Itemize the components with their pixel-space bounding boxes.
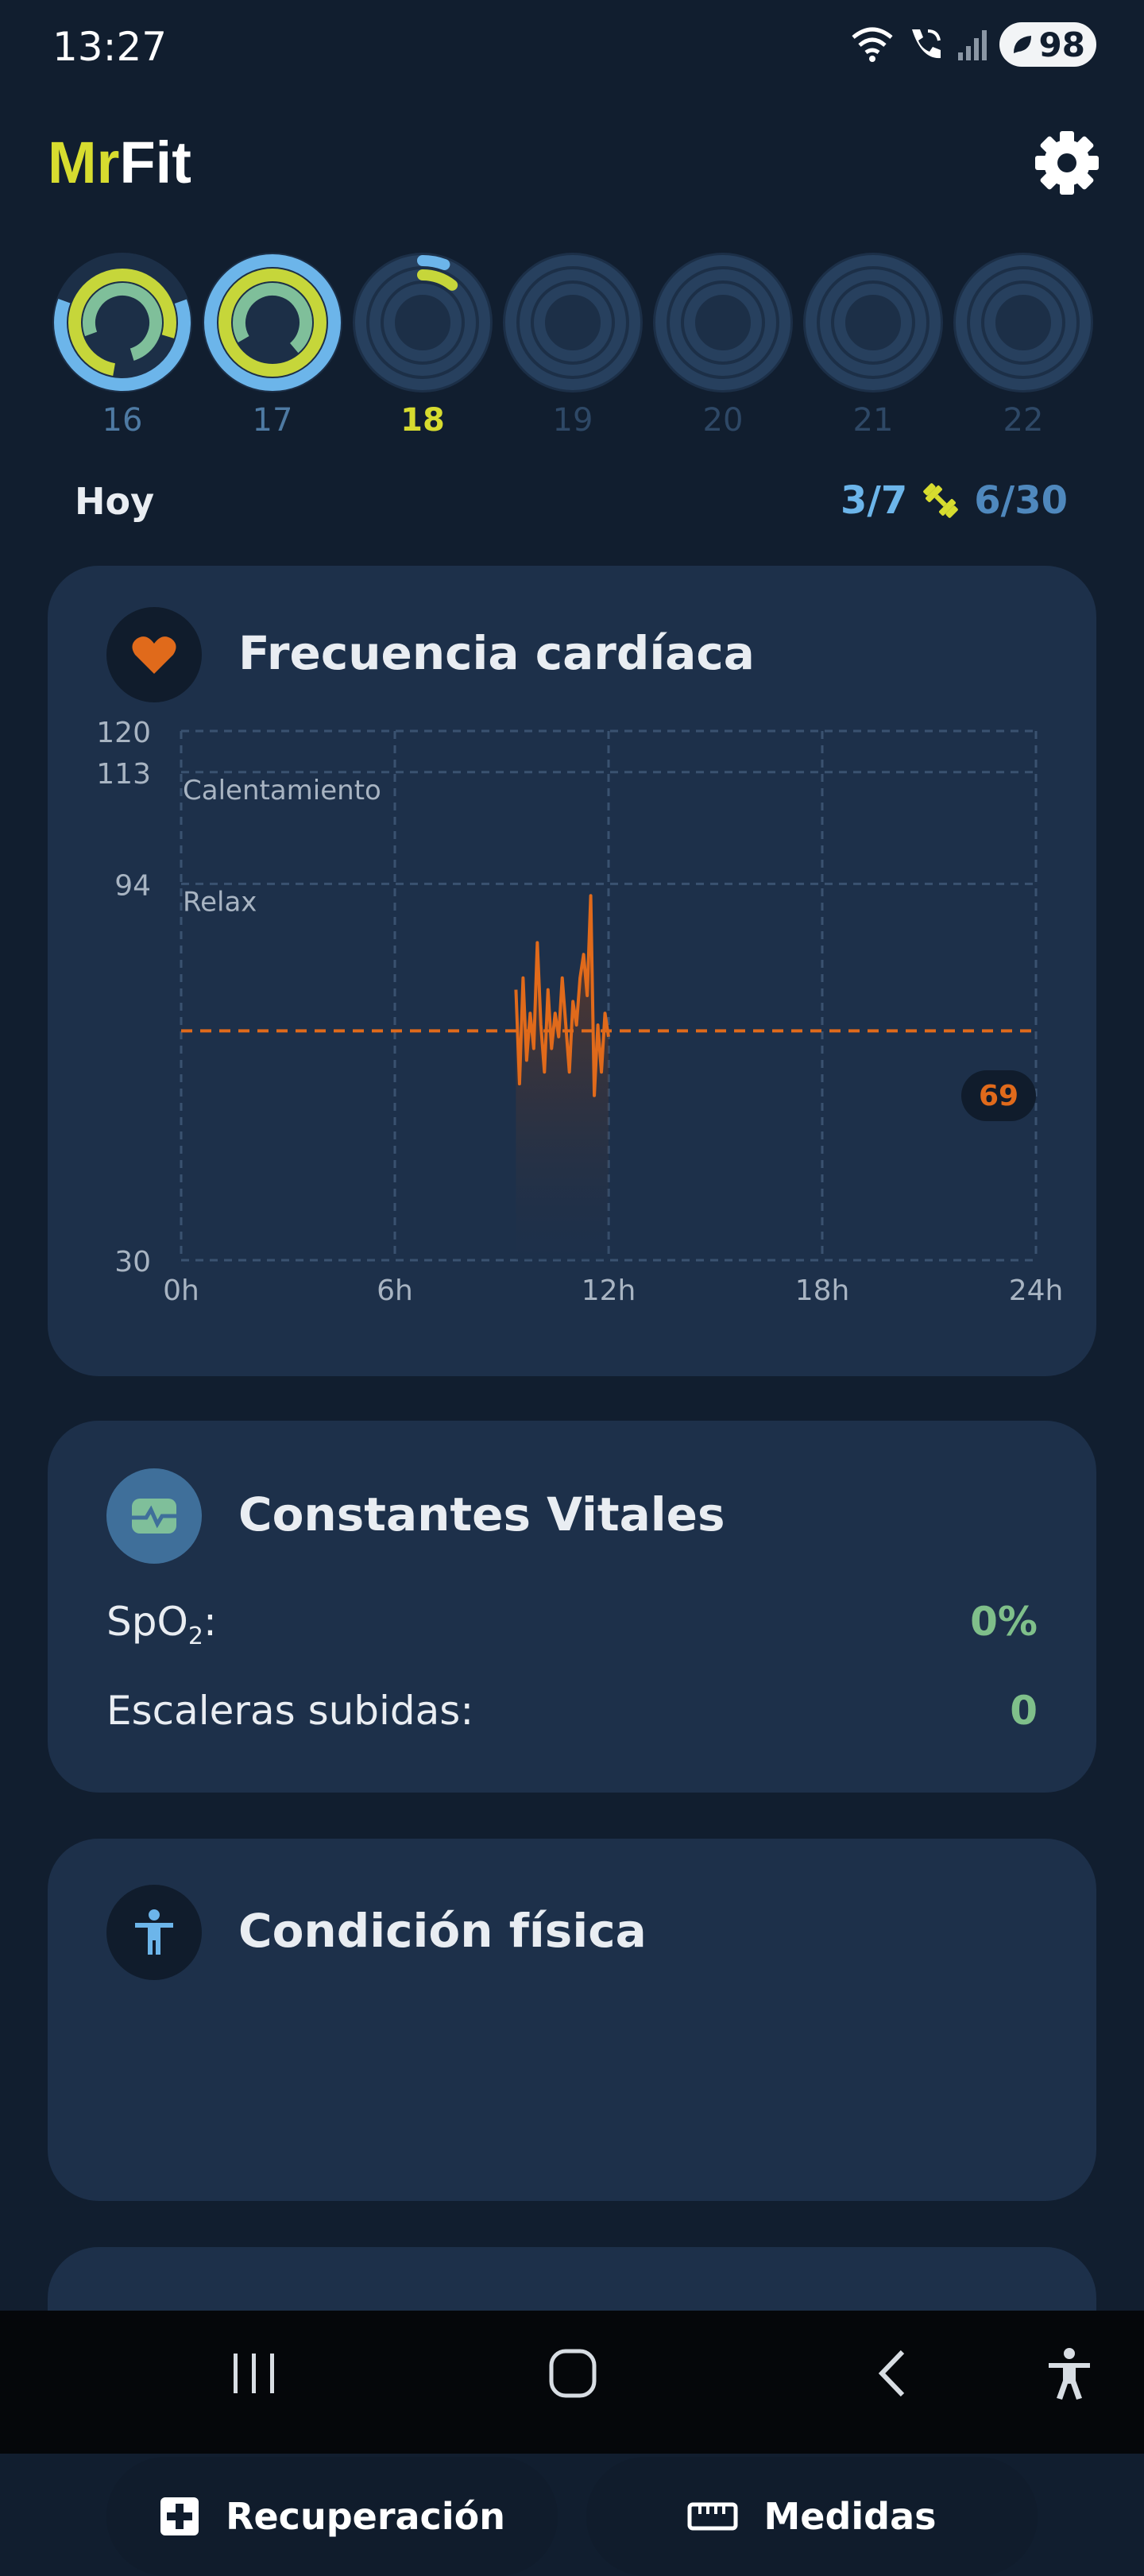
stairs-label: Escaleras subidas:	[106, 1688, 474, 1734]
progress-count: 6/30	[974, 478, 1068, 523]
recovery-button[interactable]: Recuperación	[106, 2457, 558, 2576]
stairs-value: 0	[1010, 1688, 1038, 1734]
y-tick-label: 94	[114, 869, 151, 902]
fitness-title: Condición física	[238, 1904, 647, 1958]
accessibility-icon[interactable]	[1045, 2346, 1093, 2401]
y-tick-label: 120	[96, 717, 151, 749]
x-tick-label: 6h	[377, 1274, 413, 1307]
x-tick-label: 18h	[795, 1274, 850, 1307]
first-aid-icon	[160, 2497, 199, 2535]
activity-rings-icon	[52, 253, 192, 393]
current-heart-rate-badge: 69	[961, 1070, 1036, 1122]
wifi-icon	[851, 27, 893, 62]
vitals-icon-circle	[106, 1468, 202, 1564]
back-icon[interactable]	[872, 2346, 912, 2401]
fitness-icon-circle	[106, 1885, 202, 1980]
workouts-count: 3/7	[840, 478, 908, 523]
current-heart-rate-value: 69	[978, 1079, 1019, 1112]
day-selector: 16 17 18 19 20 21 22	[52, 253, 1095, 451]
day-number: 20	[702, 402, 744, 439]
day-19[interactable]: 19	[503, 253, 643, 451]
day-number: 19	[552, 402, 593, 439]
day-16[interactable]: 16	[52, 253, 192, 451]
x-tick-label: 12h	[582, 1274, 636, 1307]
heart-rate-chart: 0h 6h 12h 18h 24h 120 113 94 30 Calentamiento Rela…	[96, 717, 1064, 1307]
dumbbell-icon	[923, 483, 959, 518]
day-number: 21	[852, 402, 894, 439]
y-tick-label: 113	[96, 758, 151, 791]
vitals-card[interactable]: Constantes Vitales SpO2: 0% Escaleras su…	[48, 1421, 1096, 1793]
weekly-stats: 3/7 6/30	[841, 478, 1068, 523]
battery-indicator: 98	[999, 22, 1096, 67]
x-tick-label: 0h	[163, 1274, 199, 1307]
fitness-card: Condición física Recuperación Medidas	[48, 1839, 1096, 2576]
spo2-value: 0%	[970, 1599, 1038, 1645]
wifi-call-icon	[911, 29, 941, 59]
day-18[interactable]: 18	[353, 253, 493, 451]
signal-icon	[957, 30, 987, 60]
today-label: Hoy	[75, 480, 155, 523]
system-nav-bar	[0, 2311, 1144, 2454]
spo2-row: SpO2: 0%	[106, 1599, 1038, 1650]
vitals-title: Constantes Vitales	[238, 1487, 725, 1541]
status-time: 13:27	[52, 24, 168, 70]
day-22[interactable]: 22	[953, 253, 1093, 451]
day-21[interactable]: 21	[803, 253, 943, 451]
settings-gear-icon[interactable]	[1033, 129, 1101, 197]
app-title-mr: Mr	[48, 130, 120, 195]
activity-rings-icon	[503, 253, 643, 393]
status-bar: 13:27 98	[0, 0, 1144, 95]
activity-rings-icon	[653, 253, 793, 393]
app-title: MrFit	[48, 129, 191, 196]
battery-saver-icon	[1013, 36, 1031, 53]
recovery-label: Recuperación	[226, 2495, 505, 2538]
zone-label-warmup: Calentamiento	[183, 775, 381, 806]
status-icons: 98	[850, 22, 1096, 67]
app-title-fit: Fit	[119, 130, 191, 195]
x-tick-label: 24h	[1009, 1274, 1064, 1307]
ruler-icon	[687, 2502, 738, 2531]
spo2-label: SpO2:	[106, 1599, 217, 1650]
day-number: 17	[252, 402, 293, 439]
day-17[interactable]: 17	[203, 253, 342, 451]
activity-rings-icon	[953, 253, 1093, 393]
measures-button[interactable]: Medidas	[586, 2457, 1038, 2576]
day-20[interactable]: 20	[653, 253, 793, 451]
zone-label-relax: Relax	[183, 886, 257, 918]
battery-level: 98	[1038, 25, 1085, 64]
person-icon	[135, 1909, 173, 1955]
home-icon[interactable]	[547, 2346, 599, 2401]
day-number: 22	[1003, 402, 1044, 439]
heart-rate-card[interactable]: Frecuencia cardíaca 0h 6h 12h 18h 24h 120 113 9…	[48, 566, 1096, 1376]
stairs-row: Escaleras subidas: 0	[106, 1688, 1038, 1734]
activity-rings-icon	[353, 253, 493, 393]
pulse-monitor-icon	[132, 1499, 176, 1534]
measures-label: Medidas	[763, 2495, 937, 2538]
day-number: 16	[102, 402, 143, 439]
y-tick-label: 30	[114, 1246, 151, 1278]
activity-rings-icon	[803, 253, 943, 393]
day-number: 18	[400, 402, 445, 439]
recent-apps-icon[interactable]	[230, 2346, 278, 2401]
activity-rings-icon	[203, 253, 342, 393]
